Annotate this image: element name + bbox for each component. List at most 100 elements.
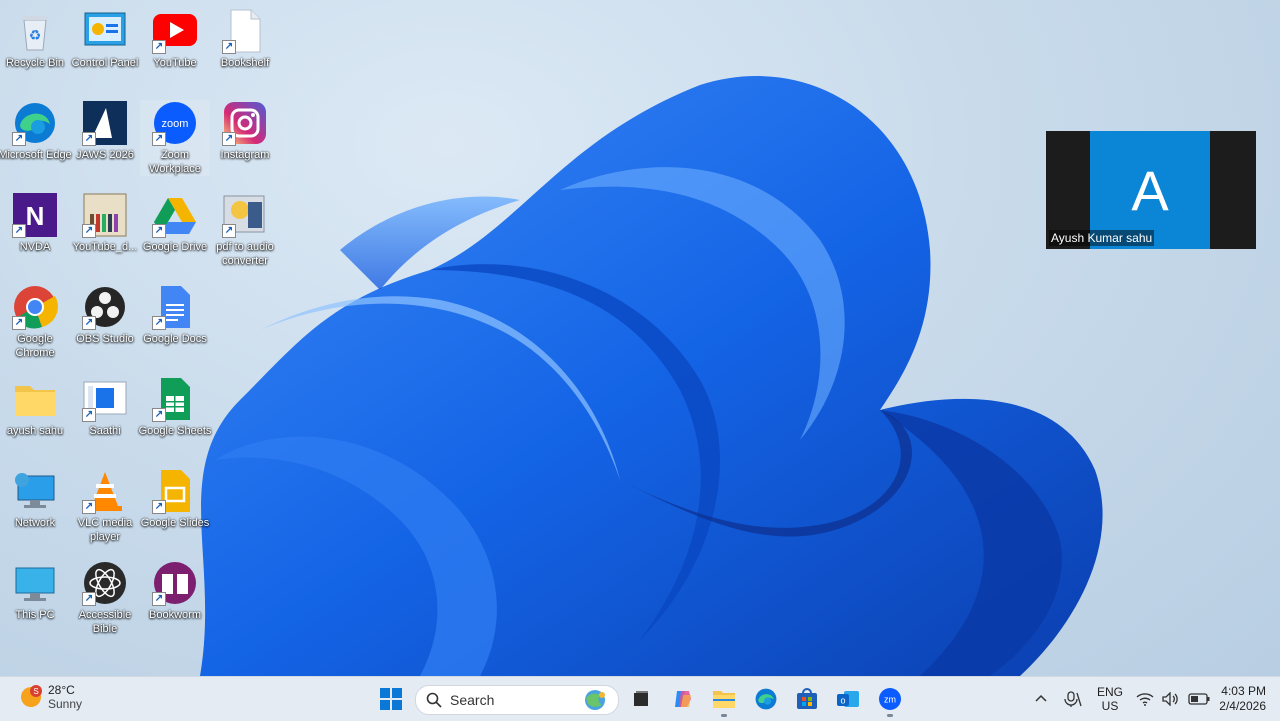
clock[interactable]: 4:03 PM 2/4/2026 — [1210, 677, 1266, 721]
desktop-icon-google-slides[interactable]: ↗ Google Slides — [140, 468, 210, 530]
desktop-icon-recycle-bin[interactable]: ♻ Recycle Bin — [0, 8, 70, 70]
weather-temp: 28°C — [48, 683, 75, 697]
show-hidden-icons-button[interactable] — [1034, 677, 1048, 721]
icon-label: Instagram — [220, 149, 270, 161]
desktop-icon-bookworm[interactable]: ↗ Bookworm — [140, 560, 210, 622]
svg-text:N: N — [26, 201, 45, 231]
shortcut-arrow-icon: ↗ — [222, 132, 236, 146]
icon-label: NVDA — [19, 241, 51, 253]
icon-label: JAWS 2026 — [76, 149, 134, 161]
shortcut-arrow-icon: ↗ — [82, 500, 96, 514]
icon-label: Google Docs — [143, 333, 207, 345]
shortcut-arrow-icon: ↗ — [82, 408, 96, 422]
desktop-icon-pdf-to-audio-converter[interactable]: ↗ pdf to audio converter — [210, 192, 280, 268]
taskbar-search[interactable]: Search — [415, 685, 619, 715]
shortcut-arrow-icon: ↗ — [222, 224, 236, 238]
desktop-icon-jaws-2026[interactable]: ↗ JAWS 2026 — [70, 100, 140, 162]
sun-icon: S — [21, 685, 42, 707]
desktop-icon-control-panel[interactable]: Control Panel — [70, 8, 140, 70]
icon-label: This PC — [15, 609, 55, 621]
store-button[interactable] — [791, 683, 823, 715]
desktop-icon-obs-studio[interactable]: ↗ OBS Studio — [70, 284, 140, 346]
desktop-icon-youtube[interactable]: ↗ YouTube — [140, 8, 210, 70]
icon-label: YouTube_d... — [72, 241, 138, 253]
control-panel-icon — [84, 12, 126, 46]
desktop-icon-network[interactable]: Network — [0, 468, 70, 530]
icon-label: YouTube — [153, 57, 197, 69]
task-view-button[interactable] — [625, 683, 657, 715]
voice-access-button[interactable] — [1062, 677, 1082, 721]
desktop-icon-google-sheets[interactable]: ↗ Google Sheets — [139, 376, 211, 438]
shortcut-arrow-icon: ↗ — [82, 224, 96, 238]
weather-badge: S — [33, 687, 38, 696]
region-code: US — [1101, 699, 1119, 713]
icon-label: ayush sahu — [6, 425, 64, 437]
desktop-icon-zoom-workplace[interactable]: zoom ↗ Zoom Workplace — [140, 100, 210, 176]
shortcut-arrow-icon: ↗ — [82, 592, 96, 606]
shortcut-arrow-icon: ↗ — [12, 224, 26, 238]
volume-icon — [1162, 692, 1178, 706]
desktop-icon-instagram[interactable]: ↗ Instagram — [210, 100, 280, 162]
desktop-icon-bookshelf[interactable]: ↗ Bookshelf — [210, 8, 280, 70]
zoom-participant-tile[interactable]: A Ayush Kumar sahu — [1046, 131, 1256, 249]
participant-initial: A — [1131, 158, 1169, 222]
battery-icon — [1188, 693, 1210, 705]
shortcut-arrow-icon: ↗ — [82, 316, 96, 330]
desktop-icon-ayush-sahu-folder[interactable]: ayush sahu — [0, 376, 70, 438]
shortcut-arrow-icon: ↗ — [152, 132, 166, 146]
desktop-icon-google-chrome[interactable]: ↗ Google Chrome — [0, 284, 70, 360]
system-tray-quick-settings[interactable] — [1136, 677, 1210, 721]
icon-label: Control Panel — [71, 57, 139, 69]
shortcut-arrow-icon: ↗ — [152, 40, 166, 54]
network-icon — [15, 473, 55, 508]
svg-text:o: o — [840, 696, 845, 706]
zoom-taskbar-button[interactable]: zm — [874, 683, 906, 717]
shortcut-arrow-icon: ↗ — [152, 224, 166, 238]
language-code: ENG — [1096, 685, 1123, 699]
weather-widget[interactable]: S 28°C Sunny — [18, 683, 82, 711]
shortcut-arrow-icon: ↗ — [12, 316, 26, 330]
wifi-icon — [1136, 693, 1154, 706]
desktop-icon-this-pc[interactable]: This PC — [0, 560, 70, 622]
taskbar: S 28°C Sunny Search o zm ENG US 4:03 PM … — [0, 676, 1280, 721]
language-indicator[interactable]: ENG US — [1096, 677, 1124, 721]
task-view-icon — [634, 691, 648, 706]
desktop-icon-google-docs[interactable]: ↗ Google Docs — [140, 284, 210, 346]
edge-icon — [755, 688, 777, 710]
running-indicator — [887, 714, 893, 717]
desktop-icon-vlc[interactable]: ↗ VLC media player — [70, 468, 140, 544]
shortcut-arrow-icon: ↗ — [152, 408, 166, 422]
start-button[interactable] — [375, 683, 407, 715]
icon-label: Bookshelf — [220, 57, 270, 69]
icon-label: Recycle Bin — [5, 57, 65, 69]
desktop-icon-accessible-bible[interactable]: ↗ Accessible Bible — [70, 560, 140, 636]
globe-highlight-icon — [585, 690, 605, 710]
icon-label: Bookworm — [149, 609, 201, 621]
recycle-bin-icon: ♻ — [22, 16, 48, 51]
clock-time: 4:03 PM — [1221, 684, 1266, 698]
file-explorer-button[interactable] — [708, 683, 740, 717]
icon-label: Google Drive — [142, 241, 208, 253]
svg-text:zm: zm — [884, 695, 896, 705]
outlook-button[interactable]: o — [832, 683, 864, 715]
svg-text:♻: ♻ — [29, 27, 42, 43]
icon-label: Microsoft Edge — [0, 149, 72, 161]
shortcut-arrow-icon: ↗ — [82, 132, 96, 146]
desktop-icon-nvda[interactable]: N ↗ NVDA — [0, 192, 70, 254]
icon-label: Accessible Bible — [78, 609, 132, 635]
voice-access-icon — [1064, 691, 1082, 707]
desktop-icon-youtube-downloader[interactable]: ↗ YouTube_d... — [70, 192, 140, 254]
shortcut-arrow-icon: ↗ — [12, 132, 26, 146]
desktop-icon-saathi[interactable]: ↗ Saathi — [70, 376, 140, 438]
icon-label: Saathi — [89, 425, 121, 437]
icon-label: Google Slides — [140, 517, 210, 529]
desktop-icon-microsoft-edge[interactable]: ↗ Microsoft Edge — [0, 100, 72, 162]
edge-taskbar-button[interactable] — [750, 683, 782, 715]
search-icon — [426, 692, 442, 708]
shortcut-arrow-icon: ↗ — [152, 592, 166, 606]
desktop-icon-google-drive[interactable]: ↗ Google Drive — [140, 192, 210, 254]
copilot-button[interactable] — [667, 683, 699, 715]
shortcut-arrow-icon: ↗ — [152, 500, 166, 514]
icon-label: pdf to audio converter — [216, 241, 274, 267]
file-explorer-icon — [713, 691, 735, 708]
